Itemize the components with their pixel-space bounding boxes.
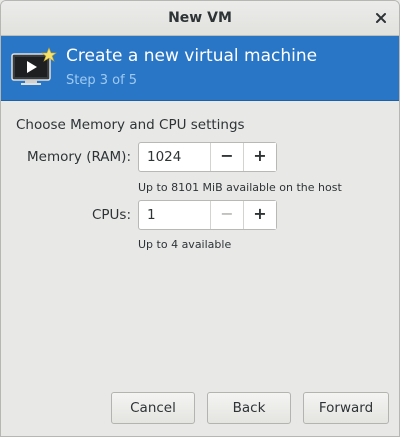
cancel-button[interactable]: Cancel [111, 392, 195, 424]
plus-icon: + [253, 204, 267, 223]
banner-title: Create a new virtual machine [66, 46, 318, 66]
step-indicator: Step 3 of 5 [66, 73, 138, 88]
header-banner: Create a new virtual machine Step 3 of 5 [1, 36, 399, 101]
memory-decrement-button[interactable]: − [210, 143, 243, 171]
minus-icon: − [220, 204, 234, 223]
window-title: New VM [168, 10, 232, 26]
new-vm-dialog: New VM Create a new virtual machine Step… [0, 0, 400, 437]
memory-hint: Up to 8101 MiB available on the host [138, 181, 342, 194]
cpus-spinner: − + [138, 200, 277, 230]
title-bar[interactable]: New VM [1, 1, 399, 36]
memory-spinner: − + [138, 142, 277, 172]
cpus-hint: Up to 4 available [138, 238, 232, 251]
plus-icon: + [253, 146, 267, 165]
cpus-input[interactable] [139, 201, 210, 229]
section-heading: Choose Memory and CPU settings [16, 117, 245, 133]
memory-label: Memory (RAM): [27, 149, 131, 165]
close-button[interactable] [373, 10, 389, 26]
virtual-machine-icon [11, 47, 57, 85]
memory-increment-button[interactable]: + [243, 143, 276, 171]
minus-icon: − [220, 146, 234, 165]
forward-button[interactable]: Forward [303, 392, 389, 424]
close-icon [376, 13, 386, 23]
memory-input[interactable] [139, 143, 210, 171]
back-button[interactable]: Back [207, 392, 291, 424]
cpus-decrement-button[interactable]: − [210, 201, 243, 229]
cpus-label: CPUs: [91, 207, 131, 223]
cpus-increment-button[interactable]: + [243, 201, 276, 229]
